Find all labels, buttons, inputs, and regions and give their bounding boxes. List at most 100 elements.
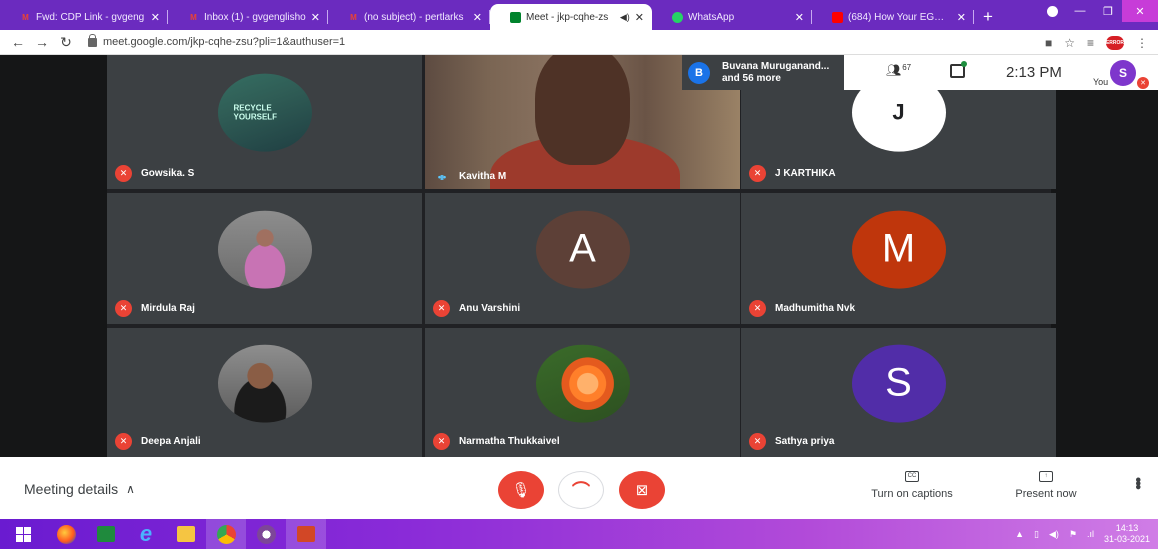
mic-off-icon: ✕	[749, 300, 766, 317]
hang-up-icon: ⌒	[572, 481, 590, 501]
tab-close-icon[interactable]: ✕	[795, 11, 804, 24]
chat-icon[interactable]	[950, 61, 967, 78]
gmail-icon: M	[350, 12, 357, 22]
taskbar-clock[interactable]: 14:13 31-03-2021	[1104, 523, 1150, 545]
record-icon[interactable]	[1038, 0, 1066, 22]
browser-tab-youtube[interactable]: (684) How Your EGO Is ✕	[812, 4, 974, 30]
participant-tile[interactable]: RECYCLE YOURSELF ✕ Gowsika. S	[107, 55, 422, 189]
browser-tab-gmail-fwd[interactable]: M Fwd: CDP Link - gvgeng ✕	[0, 4, 168, 30]
bookmark-star-icon[interactable]: ☆	[1064, 36, 1075, 50]
browser-tab-meet[interactable]: Meet - jkp-cqhe-zs ◀) ✕	[490, 4, 652, 30]
taskbar-tor[interactable]	[246, 519, 286, 549]
network-icon[interactable]: .ıl	[1087, 529, 1094, 539]
participant-name: Anu Varshini	[459, 303, 521, 314]
new-tab-button[interactable]: +	[974, 4, 1002, 30]
captions-icon: CC	[905, 471, 919, 482]
participant-name: Kavitha M	[459, 171, 507, 182]
tab-close-icon[interactable]: ✕	[635, 11, 644, 24]
windows-start-button[interactable]	[0, 519, 46, 549]
windows-logo-icon	[15, 526, 31, 542]
taskbar-chrome[interactable]	[206, 519, 246, 549]
browser-tab-gmail-nosubject[interactable]: M (no subject) - pertlarks ✕	[328, 4, 490, 30]
taskbar-ie[interactable]: e	[126, 519, 166, 549]
browser-menu-icon[interactable]: ⋮	[1136, 36, 1148, 50]
participant-tile[interactable]: ✕ Deepa Anjali	[107, 328, 422, 457]
participant-avatar-letter: S	[851, 344, 946, 423]
close-window-icon[interactable]: ✕	[1122, 0, 1158, 22]
tab-title: Meet - jkp-cqhe-zs	[526, 11, 609, 23]
meet-controls-bar: Meeting details ∧ 🎙︎ ⌒ ⊠ CC Turn on capt…	[0, 457, 1158, 519]
self-avatar[interactable]: S	[1110, 60, 1136, 86]
participant-tile[interactable]: ✕ Narmatha Thukkaivel	[425, 328, 740, 457]
tab-title: (no subject) - pertlarks	[364, 11, 464, 23]
participants-button[interactable]: 👥︎ 67	[886, 63, 911, 77]
participant-tile[interactable]: M ✕ Madhumitha Nvk	[741, 193, 1056, 324]
mic-off-icon: ✕	[115, 300, 132, 317]
forward-arrow-icon[interactable]: →	[30, 34, 54, 50]
battery-icon[interactable]: ▯	[1034, 529, 1039, 540]
participant-avatar-photo	[217, 210, 312, 289]
extension-icon[interactable]: ERROR	[1106, 35, 1124, 50]
microphone-toggle-button[interactable]: 🎙︎	[498, 471, 544, 509]
mic-off-icon: ✕	[749, 165, 766, 182]
tab-close-icon[interactable]: ✕	[473, 11, 482, 24]
google-meet-icon	[510, 11, 521, 23]
presenter-chip[interactable]: B Buvana Muruganand... and 56 more	[682, 55, 844, 90]
mic-off-icon: ✕	[115, 165, 132, 182]
chevron-up-icon: ∧	[126, 482, 135, 496]
mic-off-icon: 🎙︎	[511, 482, 531, 499]
back-arrow-icon[interactable]: ←	[6, 34, 30, 50]
tor-browser-icon	[256, 524, 276, 544]
browser-tab-whatsapp[interactable]: WhatsApp ✕	[652, 4, 812, 30]
leave-call-button[interactable]: ⌒	[558, 471, 604, 509]
youtube-icon	[832, 11, 843, 23]
browser-tab-gmail-inbox[interactable]: M Inbox (1) - gvgenglisho ✕	[168, 4, 328, 30]
camera-toggle-button[interactable]: ⊠	[619, 471, 665, 509]
address-bar: ← → ↻ meet.google.com/jkp-cqhe-zsu?pli=1…	[0, 30, 1158, 55]
url-field[interactable]: meet.google.com/jkp-cqhe-zsu?pli=1&authu…	[103, 36, 345, 48]
tab-close-icon[interactable]: ✕	[151, 11, 160, 24]
participant-tile[interactable]: S ✕ Sathya priya	[741, 328, 1056, 457]
speaking-indicator-icon: •ıı•	[437, 171, 446, 182]
camera-indicator-icon[interactable]: ■	[1045, 36, 1052, 50]
firefox-icon	[56, 524, 76, 544]
participant-avatar-letter: M	[851, 210, 946, 289]
tab-title: WhatsApp	[688, 11, 735, 23]
mic-off-icon: ✕	[749, 433, 766, 450]
chevron-up-icon[interactable]: ▲	[1015, 529, 1024, 539]
tab-close-icon[interactable]: ✕	[311, 11, 320, 24]
minimize-icon[interactable]: —	[1066, 0, 1094, 22]
participant-tile[interactable]: A ✕ Anu Varshini	[425, 193, 740, 324]
taskbar-firefox[interactable]	[46, 519, 86, 549]
captions-button[interactable]: CC Turn on captions	[862, 471, 962, 500]
you-label: You	[1093, 77, 1109, 87]
restore-icon[interactable]: ❐	[1094, 0, 1122, 22]
taskbar-powerpoint[interactable]	[286, 519, 326, 549]
participant-avatar-photo: RECYCLE YOURSELF	[217, 73, 312, 152]
taskbar-store[interactable]	[86, 519, 126, 549]
participant-name: Madhumitha Nvk	[775, 303, 856, 314]
participant-name: Deepa Anjali	[141, 436, 201, 447]
powerpoint-icon	[297, 526, 315, 542]
gmail-icon: M	[22, 12, 29, 22]
tab-audio-icon[interactable]: ◀)	[620, 12, 630, 23]
flag-icon[interactable]: ⚑	[1069, 529, 1077, 540]
taskbar-file-explorer[interactable]	[166, 519, 206, 549]
tab-close-icon[interactable]: ✕	[957, 11, 966, 24]
system-tray: ▲ ▯ ◀) ⚑ .ıl 14:13 31-03-2021	[1015, 519, 1150, 549]
participant-avatar-letter: A	[535, 210, 630, 289]
more-options-icon[interactable]: •••	[1128, 477, 1146, 488]
meeting-details-button[interactable]: Meeting details ∧	[24, 481, 135, 497]
reload-icon[interactable]: ↻	[54, 34, 78, 51]
chrome-icon	[216, 524, 236, 544]
volume-icon[interactable]: ◀)	[1049, 529, 1059, 540]
participant-tile[interactable]: ✕ Mirdula Raj	[107, 193, 422, 324]
participant-avatar-photo	[535, 344, 630, 423]
participant-name: J KARTHIKA	[775, 168, 836, 179]
present-label: Present now	[1015, 488, 1077, 500]
media-queue-icon[interactable]: ≡	[1087, 36, 1094, 50]
presenter-avatar: B	[688, 61, 710, 84]
present-now-button[interactable]: ↑ Present now	[996, 471, 1096, 500]
participant-count: 67	[902, 63, 912, 72]
tab-title: Inbox (1) - gvgenglisho	[204, 11, 306, 23]
